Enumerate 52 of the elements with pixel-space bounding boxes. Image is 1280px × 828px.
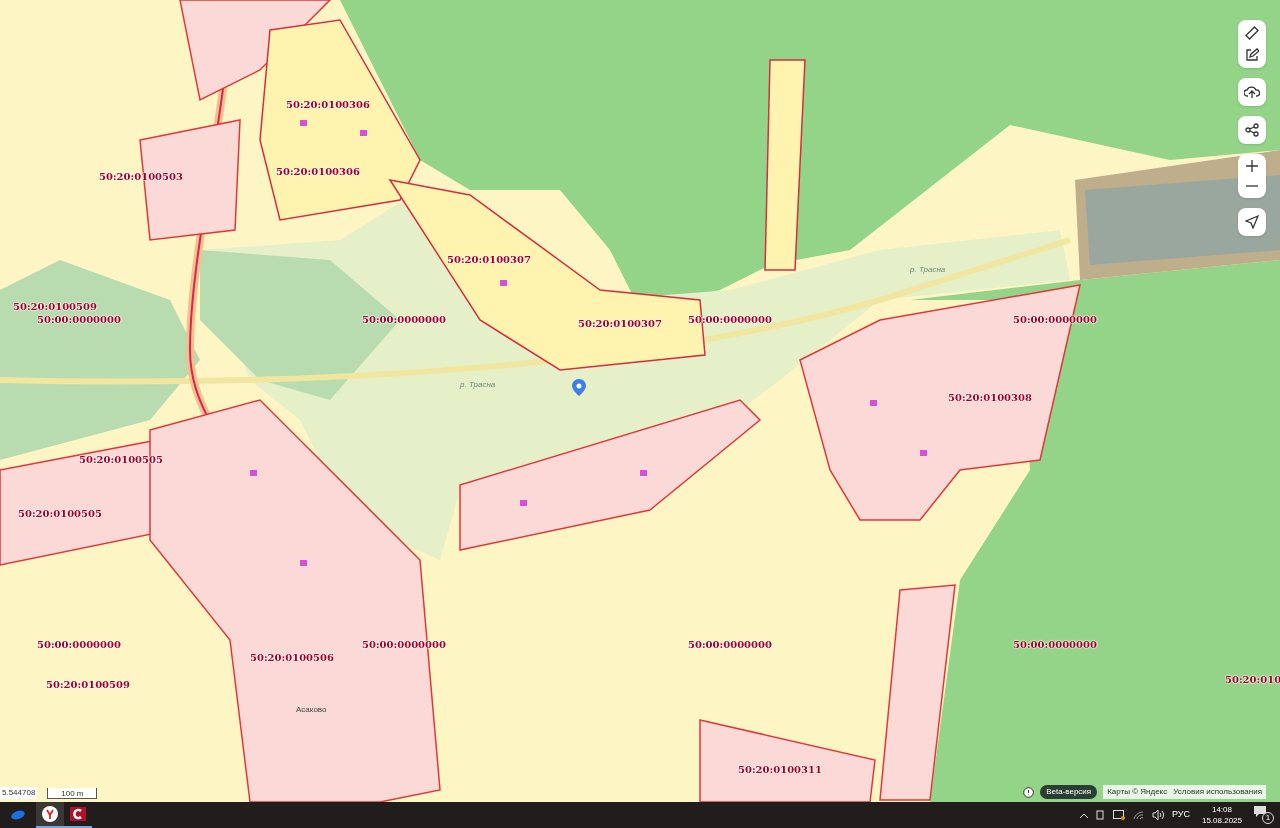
cadastral-number-label: 50:20:010 [1225,675,1280,685]
notification-badge: 1 [1262,812,1274,824]
info-icon[interactable] [1023,786,1035,798]
cadastral-number-label: 50:20:0100506 [250,653,334,663]
place-label: р. Трасна [460,381,496,389]
chevron-up-icon[interactable] [1079,812,1088,818]
coordinates-text: 5.544708 [0,787,38,799]
cadastral-number-label: 50:00:0000000 [1013,640,1097,650]
place-label: Асаково [296,706,327,714]
cadastral-number-label: 50:20:0100311 [738,765,822,775]
building-marker [300,560,307,566]
screen-icon[interactable] [1112,810,1125,820]
building-marker [360,130,367,136]
speaker-icon[interactable] [1151,810,1164,820]
copyright-text: Карты © Яндекс [1107,786,1168,798]
building-marker [250,470,257,476]
cadastral-number-label: 50:20:0100509 [46,680,130,690]
location-pin-icon[interactable] [572,379,586,396]
building-marker [640,470,647,476]
cadastral-number-label: 50:00:0000000 [37,315,121,325]
cadastral-number-label: 50:00:0000000 [362,315,446,325]
building-marker [500,280,507,286]
edit-icon[interactable] [1245,48,1259,62]
clock-date[interactable]: 15.08.2025 [1201,815,1242,826]
app-icon[interactable] [70,807,86,821]
cadastral-number-label: 50:00:0000000 [37,640,121,650]
building-marker [520,500,527,506]
cadastral-number-label: 50:20:0100308 [948,393,1032,403]
cadastral-number-label: 50:00:0000000 [688,640,772,650]
wifi-icon[interactable] [1132,810,1144,820]
place-label: р. Трасна [910,266,946,274]
cadastral-number-label: 50:20:0100307 [447,255,531,265]
building-marker [920,450,927,456]
app-icon[interactable] [11,810,25,820]
scale-bar: 100 m [47,787,98,799]
zoom-in-icon[interactable] [1246,160,1258,172]
cadastral-number-label: 50:20:0100306 [276,167,360,177]
building-marker [870,400,877,406]
ruler-icon[interactable] [1245,26,1259,40]
browser-icon[interactable] [42,806,58,822]
share-icon[interactable] [1238,116,1266,144]
cadastral-number-label: 50:20:0100509 [13,302,97,312]
cadastral-number-label: 50:20:0100307 [578,319,662,329]
upload-icon[interactable] [1238,78,1266,106]
building-marker [300,120,307,126]
language-indicator[interactable]: РУС [1171,808,1190,822]
beta-badge: Beta-версия [1040,785,1098,799]
cadastral-number-label: 50:20:0100505 [18,509,102,519]
terms-link[interactable]: Условия использования [1173,786,1262,798]
clock-time[interactable]: 14:08 [1211,804,1232,815]
navigation-arrow-icon[interactable] [1238,208,1266,236]
cadastral-number-label: 50:20:0100306 [286,100,370,110]
